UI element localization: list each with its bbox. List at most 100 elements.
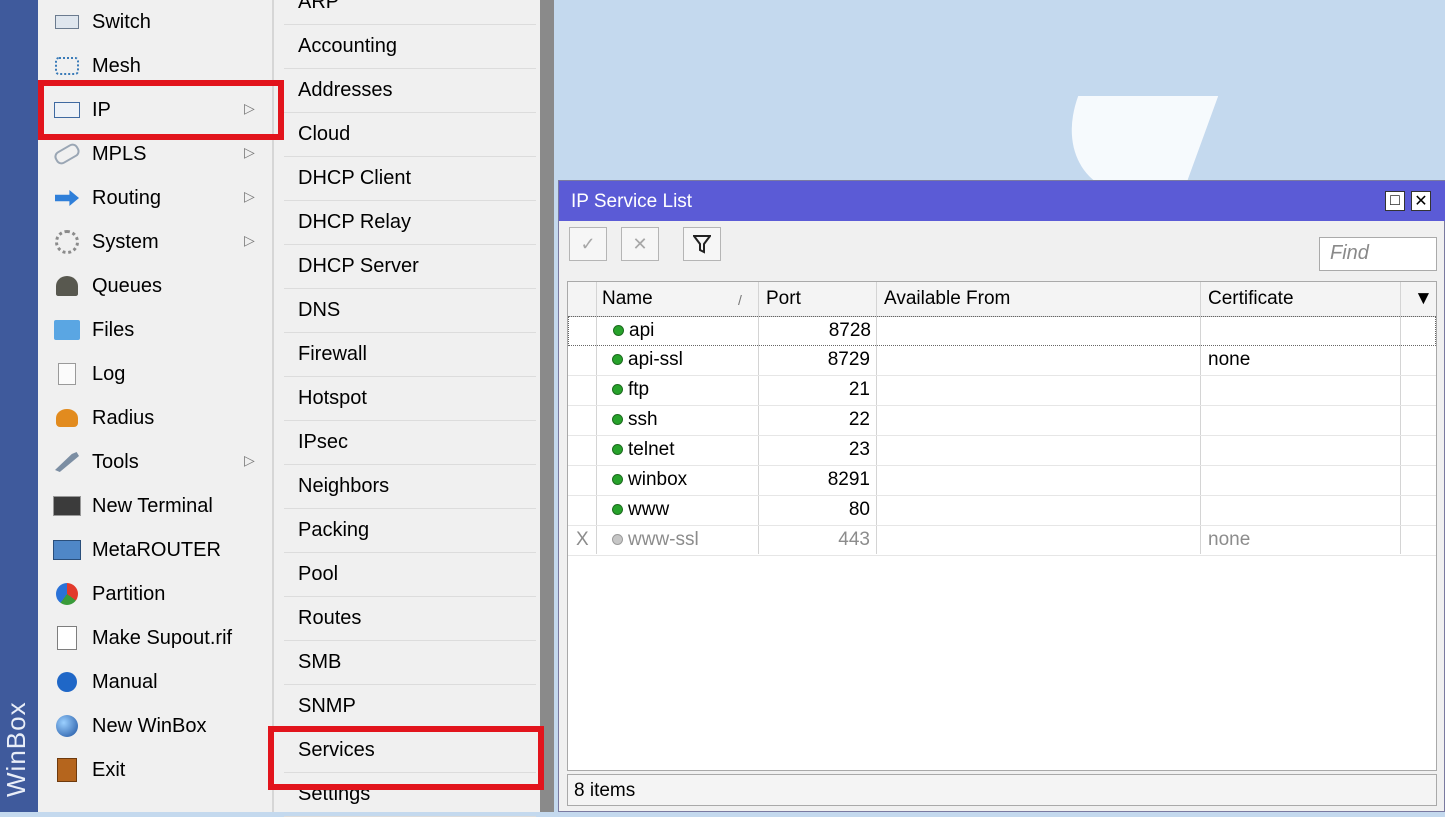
submenu-item-addresses[interactable]: Addresses	[274, 68, 540, 112]
cell-certificate: none	[1208, 349, 1251, 370]
filter-icon	[693, 235, 711, 254]
submenu-arrow-icon: ▷	[244, 144, 255, 160]
row-flag: X	[576, 529, 589, 550]
submenu-item-ipsec[interactable]: IPsec	[274, 420, 540, 464]
queues-icon-shape	[56, 276, 78, 296]
terminal-icon-shape	[53, 496, 81, 516]
table-row[interactable]: api-ssl 8729 none	[568, 346, 1436, 376]
cell-port: 8728	[828, 320, 871, 341]
window-title: IP Service List	[571, 191, 693, 212]
submenu-item-accounting[interactable]: Accounting	[274, 24, 540, 68]
cell-name: ftp	[612, 379, 649, 401]
main-menu-item-label: Mesh	[92, 54, 141, 77]
table-row[interactable]: telnet 23	[568, 436, 1436, 466]
submenu-item-neighbors[interactable]: Neighbors	[274, 464, 540, 508]
submenu-item-dhcp-client[interactable]: DHCP Client	[274, 156, 540, 200]
window-toolbar: ✓ ✕	[559, 221, 1445, 265]
main-menu-item-routing[interactable]: Routing ▷	[38, 176, 272, 220]
folder-icon	[52, 319, 82, 341]
service-status-icon	[613, 325, 624, 337]
exit-door-icon	[52, 758, 82, 782]
main-menu-item-system[interactable]: System ▷	[38, 220, 272, 264]
terminal-icon	[52, 495, 82, 517]
log-icon	[52, 363, 82, 385]
document-icon-shape	[57, 626, 77, 650]
cell-port: 8291	[827, 469, 870, 490]
table-row[interactable]: ftp 21	[568, 376, 1436, 406]
radius-users-icon	[52, 407, 82, 429]
radius-users-icon-shape	[56, 409, 78, 427]
main-menu-item-queues[interactable]: Queues	[38, 264, 272, 308]
window-titlebar[interactable]: IP Service List □ ✕	[559, 181, 1445, 221]
main-menu-item-tools[interactable]: Tools ▷	[38, 440, 272, 484]
submenu-item-firewall[interactable]: Firewall	[274, 332, 540, 376]
columns-dropdown-icon[interactable]: ▼	[1414, 288, 1433, 310]
service-name: winbox	[628, 469, 688, 490]
find-input[interactable]: Find	[1319, 237, 1437, 271]
submenu-item-snmp[interactable]: SNMP	[274, 684, 540, 728]
table-row[interactable]: ssh 22	[568, 406, 1436, 436]
service-name: api	[629, 320, 655, 341]
ip-submenu: ARP Accounting Addresses Cloud DHCP Client DH…	[274, 0, 540, 817]
submenu-item-dns[interactable]: DNS	[274, 288, 540, 332]
maximize-button[interactable]: □	[1385, 191, 1405, 211]
routing-icon	[52, 187, 82, 209]
submenu-item-arp[interactable]: ARP	[274, 0, 540, 24]
main-menu-item-label: Routing	[92, 186, 161, 209]
main-menu-item-label: Tools	[92, 450, 139, 473]
column-header-certificate[interactable]: Certificate	[1208, 288, 1294, 310]
main-menu-item-label: Switch	[92, 10, 151, 33]
submenu-item-smb[interactable]: SMB	[274, 640, 540, 684]
filter-button[interactable]	[683, 227, 721, 261]
enable-button[interactable]: ✓	[569, 227, 607, 261]
table-row[interactable]: Xwww-ssl 443 none	[568, 526, 1436, 556]
cell-port: 22	[848, 409, 870, 430]
submenu-item-packing[interactable]: Packing	[274, 508, 540, 552]
mesh-icon	[52, 55, 82, 77]
main-menu-item-label: Make Supout.rif	[92, 626, 233, 649]
cell-port: 21	[848, 379, 870, 400]
main-menu-item-partition[interactable]: Partition	[38, 572, 272, 616]
main-menu-item-label: Log	[92, 362, 126, 385]
close-button[interactable]: ✕	[1411, 191, 1431, 211]
main-menu-item-label: MPLS	[92, 142, 147, 165]
submenu-item-routes[interactable]: Routes	[274, 596, 540, 640]
column-header-name[interactable]: Name	[602, 288, 653, 310]
mpls-icon	[52, 141, 82, 167]
table-row[interactable]: winbox 8291	[568, 466, 1436, 496]
column-header-available-from[interactable]: Available From	[884, 288, 1010, 310]
main-menu-item-new-terminal[interactable]: New Terminal	[38, 484, 272, 528]
cell-name: api	[613, 320, 654, 342]
service-status-icon	[612, 504, 623, 516]
main-menu-item-new-winbox[interactable]: New WinBox	[38, 704, 272, 748]
main-menu-item-exit[interactable]: Exit	[38, 748, 272, 792]
service-name: telnet	[628, 439, 675, 460]
folder-icon-shape	[54, 320, 80, 340]
item-count: 8 items	[574, 780, 636, 801]
cell-port: 23	[848, 439, 870, 460]
submenu-item-dhcp-relay[interactable]: DHCP Relay	[274, 200, 540, 244]
main-menu-item-metarouter[interactable]: MetaROUTER	[38, 528, 272, 572]
service-status-icon	[612, 414, 623, 426]
table-row[interactable]: api 8728	[568, 316, 1436, 346]
tools-icon-shape	[55, 452, 79, 472]
submenu-scrollbar[interactable]	[540, 0, 554, 812]
main-menu-item-manual[interactable]: Manual	[38, 660, 272, 704]
submenu-item-hotspot[interactable]: Hotspot	[274, 376, 540, 420]
main-menu-item-label: System	[92, 230, 159, 253]
submenu-item-dhcp-server[interactable]: DHCP Server	[274, 244, 540, 288]
main-menu-item-files[interactable]: Files	[38, 308, 272, 352]
metarouter-icon	[52, 539, 82, 561]
main-menu-item-make-supout-rif[interactable]: Make Supout.rif	[38, 616, 272, 660]
disable-button[interactable]: ✕	[621, 227, 659, 261]
submenu-item-cloud[interactable]: Cloud	[274, 112, 540, 156]
column-header-port[interactable]: Port	[766, 288, 801, 310]
main-menu-item-switch[interactable]: Switch	[38, 0, 272, 44]
main-menu-item-log[interactable]: Log	[38, 352, 272, 396]
main-menu-item-label: Exit	[92, 758, 126, 781]
main-menu-item-label: Files	[92, 318, 135, 341]
table-row[interactable]: www 80	[568, 496, 1436, 526]
pie-chart-icon-shape	[56, 583, 78, 605]
main-menu-item-radius[interactable]: Radius	[38, 396, 272, 440]
submenu-item-pool[interactable]: Pool	[274, 552, 540, 596]
